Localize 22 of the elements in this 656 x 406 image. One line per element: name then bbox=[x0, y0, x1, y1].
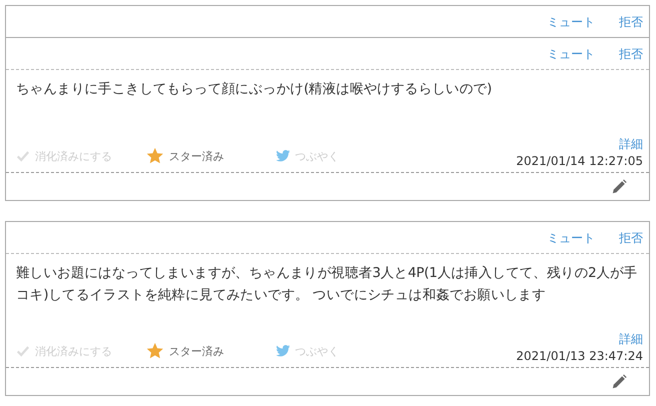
star-button[interactable]: スター済み bbox=[146, 147, 276, 165]
message-text: 難しいお題にはなってしまいますが、ちゃんまりが視聴者3人と4P(1人は挿入してて、残りの2人が手コキ)してるイラストを純粋に見てみたいです。 ついでにシチュは和姦でお願いします bbox=[16, 264, 638, 305]
reject-link[interactable]: 拒否 bbox=[619, 230, 643, 247]
detail-link[interactable]: 詳細 bbox=[619, 331, 643, 348]
mute-link[interactable]: ミュート bbox=[547, 14, 595, 31]
mute-link[interactable]: ミュート bbox=[547, 46, 595, 63]
message-text: ちゃんまりに手こきしてもらって顔にぶっかけ(精液は喉やけするらしいので) bbox=[16, 80, 493, 99]
post-date: 2021/01/14 12:27:05 bbox=[516, 154, 643, 168]
detail-link[interactable]: 詳細 bbox=[619, 136, 643, 153]
star-icon bbox=[146, 342, 164, 360]
pencil-icon[interactable] bbox=[611, 374, 627, 390]
star-icon bbox=[146, 147, 164, 165]
post-date: 2021/01/13 23:47:24 bbox=[516, 349, 643, 363]
check-icon bbox=[16, 344, 30, 358]
reject-link[interactable]: 拒否 bbox=[619, 14, 643, 31]
pencil-icon[interactable] bbox=[611, 178, 627, 194]
star-button[interactable]: スター済み bbox=[146, 342, 276, 360]
mute-link[interactable]: ミュート bbox=[547, 230, 595, 247]
check-icon bbox=[16, 149, 30, 163]
bird-icon bbox=[276, 344, 290, 358]
bird-icon bbox=[276, 149, 290, 163]
reject-link[interactable]: 拒否 bbox=[619, 46, 643, 63]
